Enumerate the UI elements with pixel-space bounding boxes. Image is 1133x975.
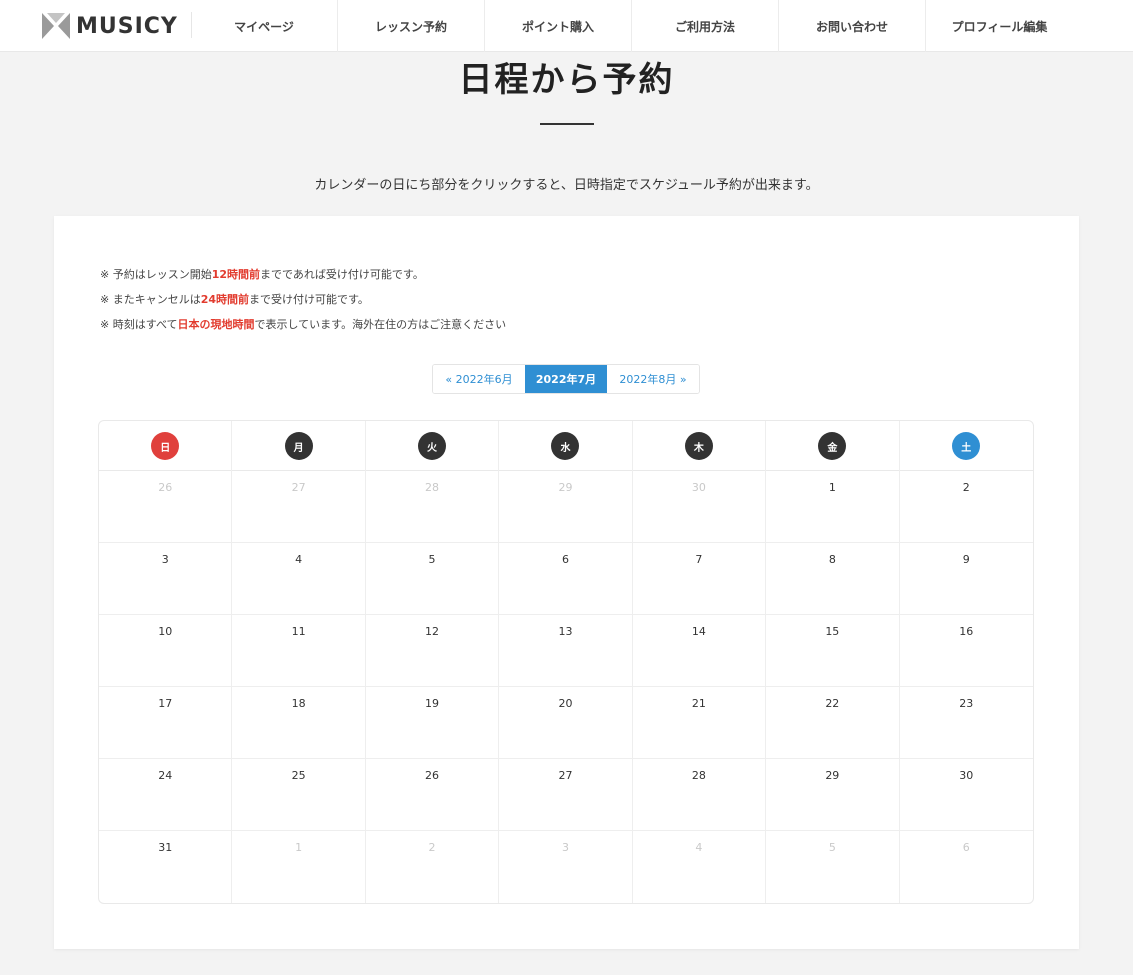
weekday-mon: 月 bbox=[232, 421, 366, 471]
month-navigation: « 2022年6月 2022年7月 2022年8月 » bbox=[432, 364, 700, 394]
weekday-badge: 木 bbox=[684, 432, 713, 460]
weekday-header: 日 月 火 水 木 金 土 bbox=[99, 421, 1033, 471]
calendar-day[interactable]: 22 bbox=[766, 687, 900, 759]
logo-text: MUSICY bbox=[76, 13, 178, 39]
note-highlight: 日本の現地時間 bbox=[177, 318, 255, 331]
calendar-week-row: 3456789 bbox=[99, 543, 1033, 615]
calendar-week-row: 10 11 12 13 14 15 16 bbox=[99, 615, 1033, 687]
calendar-day-outside: 5 bbox=[766, 831, 900, 903]
calendar-day-outside: 3 bbox=[499, 831, 633, 903]
calendar-card: ※ 予約はレッスン開始12時間前までであれば受け付け可能です。 ※ またキャンセ… bbox=[54, 216, 1079, 949]
calendar-day[interactable]: 26 bbox=[366, 759, 500, 831]
calendar-day-outside: 2 bbox=[366, 831, 500, 903]
calendar-day-outside: 27 bbox=[232, 471, 366, 543]
nav-mypage[interactable]: マイページ bbox=[191, 0, 338, 52]
calendar-day[interactable]: 3 bbox=[99, 543, 233, 615]
note-highlight: 12時間前 bbox=[211, 268, 261, 281]
logo-mark-icon bbox=[42, 13, 70, 39]
nav-contact[interactable]: お問い合わせ bbox=[779, 0, 926, 52]
calendar-day[interactable]: 27 bbox=[499, 759, 633, 831]
calendar-day[interactable]: 28 bbox=[633, 759, 767, 831]
note-text: ※ 予約はレッスン開始 bbox=[100, 268, 212, 281]
calendar-weeks: 26 27 28 29 30 1 2 3 4 5 6 7 8 9 10 11 12 13 14 15 16 17 18 19 2… bbox=[99, 471, 1033, 903]
calendar-day[interactable]: 6 bbox=[499, 543, 633, 615]
page-title: 日程から予約 bbox=[458, 60, 675, 100]
intro-text: カレンダーの日にち部分をクリックすると、日時指定でスケジュール予約が出来ます。 bbox=[314, 178, 819, 193]
weekday-fri: 金 bbox=[766, 421, 900, 471]
note-item: ※ 時刻はすべて日本の現地時間で表示しています。海外在住の方はご注意ください bbox=[100, 318, 506, 343]
calendar-day[interactable]: 30 bbox=[900, 759, 1033, 831]
nav-buy-points[interactable]: ポイント購入 bbox=[485, 0, 632, 52]
calendar-day[interactable]: 29 bbox=[766, 759, 900, 831]
weekday-tue: 火 bbox=[366, 421, 500, 471]
calendar-day-outside: 26 bbox=[99, 471, 233, 543]
note-highlight: 24時間前 bbox=[200, 293, 250, 306]
calendar-day[interactable]: 20 bbox=[499, 687, 633, 759]
main-nav: マイページ レッスン予約 ポイント購入 ご利用方法 お問い合わせ プロフィール編… bbox=[191, 0, 1073, 52]
weekday-badge: 月 bbox=[284, 432, 313, 460]
calendar-day[interactable]: 11 bbox=[232, 615, 366, 687]
calendar-day[interactable]: 10 bbox=[99, 615, 233, 687]
note-text: ※ 時刻はすべて bbox=[100, 318, 178, 331]
calendar-day[interactable]: 13 bbox=[499, 615, 633, 687]
calendar-day[interactable]: 18 bbox=[232, 687, 366, 759]
musicy-logo[interactable]: MUSICY bbox=[42, 12, 178, 40]
current-month-label: 2022年7月 bbox=[525, 365, 607, 393]
weekday-badge: 土 bbox=[952, 432, 981, 460]
calendar-day-outside: 28 bbox=[366, 471, 500, 543]
weekday-wed: 水 bbox=[499, 421, 633, 471]
calendar-day[interactable]: 5 bbox=[366, 543, 500, 615]
calendar-day[interactable]: 2 bbox=[900, 471, 1033, 543]
title-underline bbox=[540, 123, 594, 125]
weekday-sat: 土 bbox=[900, 421, 1033, 471]
site-header: MUSICY マイページ レッスン予約 ポイント購入 ご利用方法 お問い合わせ … bbox=[0, 0, 1133, 52]
weekday-badge: 火 bbox=[418, 432, 447, 460]
calendar-day[interactable]: 19 bbox=[366, 687, 500, 759]
nav-edit-profile[interactable]: プロフィール編集 bbox=[926, 0, 1073, 52]
calendar-day-outside: 1 bbox=[232, 831, 366, 903]
booking-notes: ※ 予約はレッスン開始12時間前までであれば受け付け可能です。 ※ またキャンセ… bbox=[100, 268, 506, 343]
note-text: で表示しています。海外在住の方はご注意ください bbox=[254, 318, 507, 331]
weekday-badge: 日 bbox=[151, 432, 180, 460]
weekday-badge: 金 bbox=[818, 432, 847, 460]
weekday-badge: 水 bbox=[551, 432, 580, 460]
calendar-day[interactable]: 24 bbox=[99, 759, 233, 831]
calendar-day[interactable]: 21 bbox=[633, 687, 767, 759]
calendar-day-outside: 4 bbox=[633, 831, 767, 903]
note-text: ※ またキャンセルは bbox=[100, 293, 201, 306]
calendar-day[interactable]: 23 bbox=[900, 687, 1033, 759]
calendar-week-row: 31 1 2 3 4 5 6 bbox=[99, 831, 1033, 903]
calendar-day[interactable]: 9 bbox=[900, 543, 1033, 615]
calendar-day[interactable]: 15 bbox=[766, 615, 900, 687]
next-month-button[interactable]: 2022年8月 » bbox=[607, 365, 699, 393]
calendar: 日 月 火 水 木 金 土 26 27 28 29 30 1 2 3 4 5 6 7 8 9 10 11 12 1… bbox=[98, 420, 1034, 904]
calendar-day[interactable]: 8 bbox=[766, 543, 900, 615]
weekday-sun: 日 bbox=[99, 421, 233, 471]
nav-how-to-use[interactable]: ご利用方法 bbox=[632, 0, 779, 52]
calendar-week-row: 17 18 19 20 21 22 23 bbox=[99, 687, 1033, 759]
calendar-day[interactable]: 17 bbox=[99, 687, 233, 759]
nav-lesson-booking[interactable]: レッスン予約 bbox=[338, 0, 485, 52]
calendar-day-outside: 29 bbox=[499, 471, 633, 543]
calendar-day-outside: 30 bbox=[633, 471, 767, 543]
calendar-day[interactable]: 25 bbox=[232, 759, 366, 831]
weekday-thu: 木 bbox=[633, 421, 767, 471]
note-item: ※ 予約はレッスン開始12時間前までであれば受け付け可能です。 bbox=[100, 268, 506, 293]
calendar-day[interactable]: 7 bbox=[633, 543, 767, 615]
note-text: までであれば受け付け可能です。 bbox=[260, 268, 424, 281]
calendar-week-row: 24 25 26 27 28 29 30 bbox=[99, 759, 1033, 831]
calendar-day[interactable]: 12 bbox=[366, 615, 500, 687]
calendar-day[interactable]: 16 bbox=[900, 615, 1033, 687]
calendar-day-outside: 6 bbox=[962, 841, 970, 854]
note-text: まで受け付け可能です。 bbox=[249, 293, 369, 306]
calendar-day[interactable]: 14 bbox=[633, 615, 767, 687]
note-item: ※ またキャンセルは24時間前まで受け付け可能です。 bbox=[100, 293, 506, 318]
prev-month-button[interactable]: « 2022年6月 bbox=[433, 365, 525, 393]
calendar-week-row: 26 27 28 29 30 1 2 bbox=[99, 471, 1033, 543]
calendar-day[interactable]: 31 bbox=[99, 831, 233, 903]
calendar-day[interactable]: 4 bbox=[232, 543, 366, 615]
calendar-day[interactable]: 1 bbox=[766, 471, 900, 543]
